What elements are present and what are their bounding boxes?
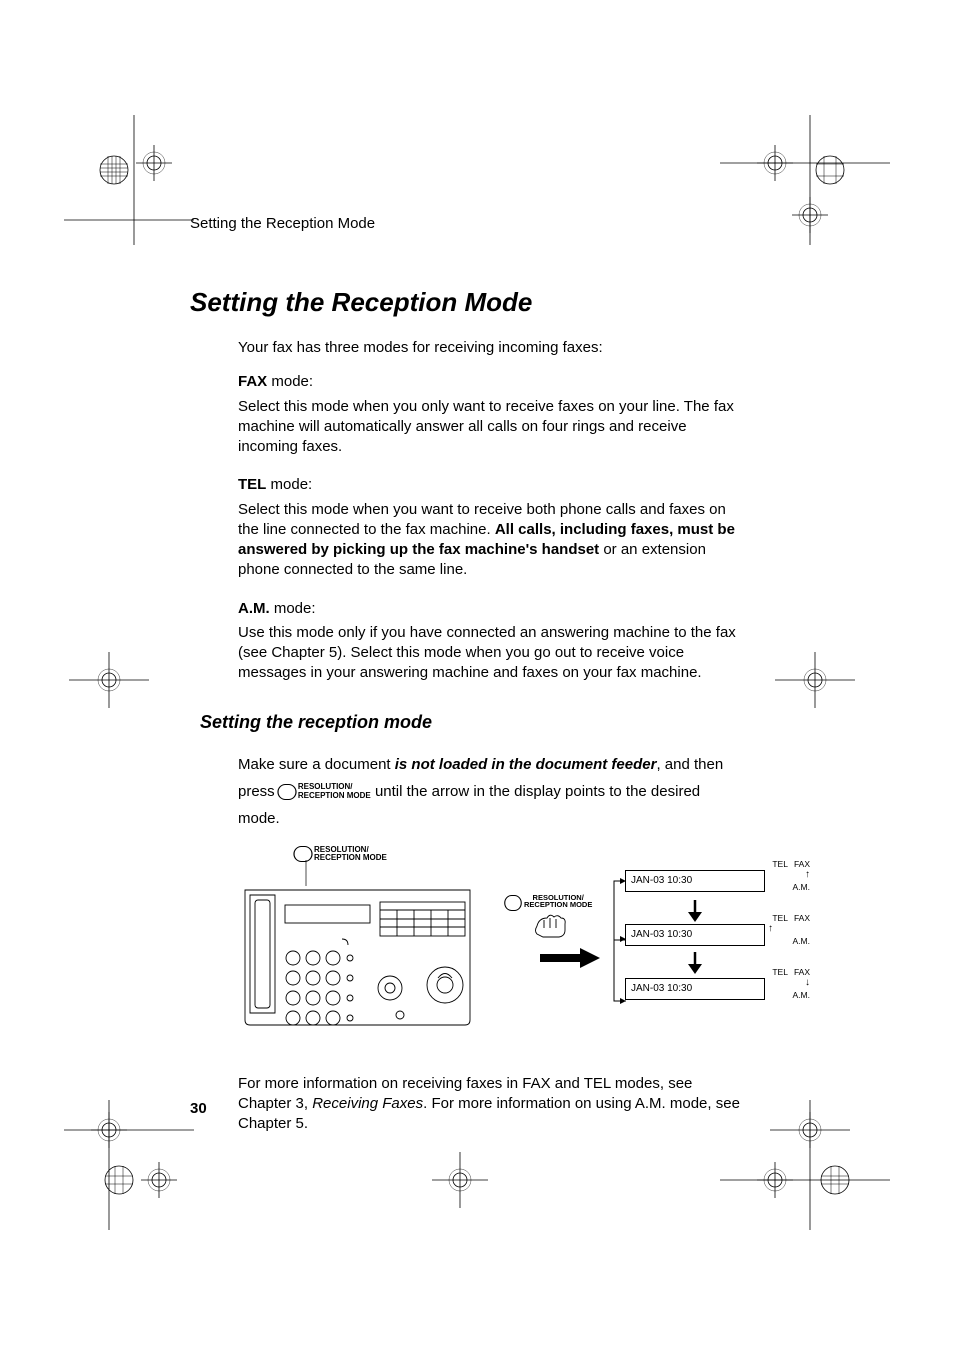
bracket-icon <box>612 876 626 1006</box>
fax-machine-illustration <box>240 880 475 1030</box>
page-number: 30 <box>190 1100 207 1117</box>
section-title: Setting the Reception Mode <box>190 287 745 318</box>
oval-button-icon <box>277 784 296 800</box>
mode-tel: TEL mode: Select this mode when you want… <box>238 475 745 580</box>
intro-text: Your fax has three modes for receiving i… <box>238 338 745 358</box>
lcd-box-2: JAN-03 10:30 TELFAX ↑ A.M. <box>625 924 765 946</box>
arrow-right-icon <box>540 948 600 972</box>
diagram-flow-button: RESOLUTION/RECEPTION MODE <box>505 894 592 940</box>
crop-mark-br <box>720 1100 890 1230</box>
mode-am: A.M. mode: Use this mode only if you hav… <box>238 599 745 684</box>
mode-tel-suffix: mode: <box>266 476 312 493</box>
instr-pre: Make sure a document <box>238 756 395 773</box>
diagram-top-button: RESOLUTION/RECEPTION MODE <box>295 846 387 863</box>
press-finger-icon <box>532 912 566 940</box>
arrow-down-icon <box>685 952 705 978</box>
mode-am-label: A.M. <box>238 600 270 617</box>
mode-am-body: Use this mode only if you have connected… <box>238 623 745 684</box>
arrow-down-icon: ↓ <box>764 978 810 988</box>
lcd-text: JAN-03 10:30 <box>631 875 692 886</box>
button-label: RESOLUTION/RECEPTION MODE <box>298 783 371 800</box>
mode-tel-body: Select this mode when you want to receiv… <box>238 500 745 581</box>
running-head: Setting the Reception Mode <box>190 215 745 232</box>
crop-mark-tl <box>64 115 194 245</box>
diagram: RESOLUTION/RECEPTION MODE <box>240 846 760 1046</box>
crop-mark-bm <box>430 1150 490 1210</box>
crop-mark-bl <box>64 1100 194 1230</box>
resolution-button-inline: RESOLUTION/RECEPTION MODE <box>279 783 371 800</box>
mode-fax: FAX mode: Select this mode when you only… <box>238 372 745 457</box>
crop-mark-tr <box>720 115 890 245</box>
mode-tel-label: TEL <box>238 476 266 493</box>
arrow-down-icon <box>685 900 705 926</box>
lcd-box-1: JAN-03 10:30 TELFAX ↑ A.M. <box>625 870 765 892</box>
lcd-box-3: JAN-03 10:30 TELFAX ↓ A.M. <box>625 978 765 1000</box>
crop-mark-mr <box>770 650 860 710</box>
mode-fax-suffix: mode: <box>267 373 313 390</box>
subsection-title: Setting the reception mode <box>200 712 745 733</box>
lcd-stack: JAN-03 10:30 TELFAX ↑ A.M. JAN-03 10:30 … <box>625 870 765 1000</box>
caption: For more information on receiving faxes … <box>238 1074 745 1135</box>
instruction: Make sure a document is not loaded in th… <box>238 751 745 832</box>
mode-fax-label: FAX <box>238 373 267 390</box>
arrow-up-icon: ↑ <box>764 870 810 880</box>
crop-mark-ml <box>64 650 154 710</box>
instr-bold: is not loaded in the document feeder <box>395 756 657 773</box>
mode-fax-body: Select this mode when you only want to r… <box>238 397 745 458</box>
mode-am-suffix: mode: <box>270 600 316 617</box>
content-column: Setting the Reception Mode Setting the R… <box>190 215 745 1148</box>
page: Setting the Reception Mode Setting the R… <box>0 0 954 1351</box>
